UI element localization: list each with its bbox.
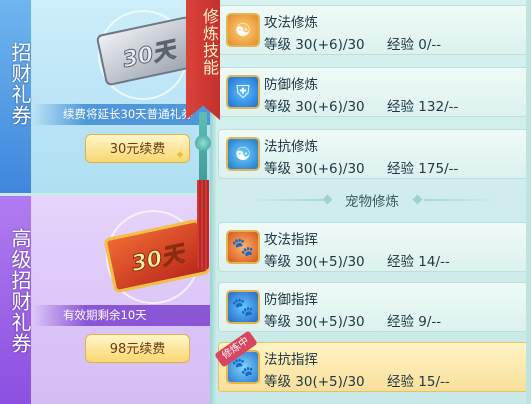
skill-exp: 经验 175/--	[387, 161, 459, 177]
attack-magic-icon: ☯	[226, 13, 260, 47]
card-title: 高级招财礼券	[8, 228, 32, 354]
skill-name: 攻法指挥	[264, 232, 318, 248]
pet-skill-row-attack[interactable]: 🐾 攻法指挥 等级 30(+5)/30 经验 14/--	[218, 222, 531, 272]
skill-name: 防御指挥	[264, 292, 318, 308]
coupon-card-premium: 高级招财礼券 30天 有效期剩余10天 98元续费	[0, 196, 215, 404]
magic-resist-icon: ☯	[226, 137, 260, 171]
tassel-knot	[195, 135, 211, 151]
skill-level: 等级 30(+6)/30	[264, 99, 365, 115]
pet-skill-row-resist[interactable]: 🐾 修炼中 法抗指挥 等级 30(+5)/30 经验 15/--	[214, 330, 531, 392]
ribbon-label: 修炼技能	[200, 8, 219, 76]
skill-exp: 经验 132/--	[387, 99, 459, 115]
divider-line	[248, 199, 323, 201]
pet-skill-row-defense[interactable]: 🐾 防御指挥 等级 30(+5)/30 经验 9/--	[218, 282, 531, 332]
gift-coupon-column: 招财礼券 30天 续费将延长30天普通礼券 30元续费 ✦ 高级招财礼券 30天…	[0, 0, 215, 404]
sparkle-icon: ✦	[175, 148, 186, 162]
pet-section-title: 宠物修炼	[345, 194, 399, 210]
pet-attack-icon: 🐾	[226, 230, 260, 264]
card-title: 招财礼券	[8, 42, 32, 126]
skill-exp: 经验 9/--	[387, 314, 442, 330]
coupon-card-basic: 招财礼券 30天 续费将延长30天普通礼券 30元续费 ✦	[0, 0, 215, 193]
skill-row-magic-resist[interactable]: ☯ 法抗修炼 等级 30(+6)/30 经验 175/--	[218, 129, 531, 179]
skill-exp: 经验 15/--	[387, 374, 450, 390]
pet-section-divider: 宠物修炼	[218, 188, 531, 212]
skill-name: 攻法修炼	[264, 15, 318, 31]
card-title-band: 高级招财礼券	[0, 196, 32, 404]
divider-line	[424, 199, 499, 201]
skill-name: 法抗指挥	[264, 352, 318, 368]
skill-level: 等级 30(+5)/30	[264, 254, 365, 270]
scrollbar[interactable]	[526, 0, 531, 404]
pet-defense-icon: 🐾	[226, 290, 260, 324]
divider-diamond	[322, 194, 333, 205]
skill-exp: 经验 14/--	[387, 254, 450, 270]
coupon-note: 有效期剩余10天	[33, 305, 215, 326]
skill-level: 等级 30(+5)/30	[264, 374, 365, 390]
skill-exp: 经验 0/--	[387, 37, 442, 53]
ticket-text: 30天	[129, 241, 187, 278]
defense-icon: ⛨	[226, 75, 260, 109]
skill-level: 等级 30(+6)/30	[264, 161, 365, 177]
skill-name: 法抗修炼	[264, 139, 318, 155]
card-title-band: 招财礼券	[0, 0, 32, 193]
renew-98-button[interactable]: 98元续费	[85, 334, 190, 363]
skill-level: 等级 30(+6)/30	[264, 37, 365, 53]
skill-level: 等级 30(+5)/30	[264, 314, 365, 330]
skill-name: 防御修炼	[264, 77, 318, 93]
skill-row-defense[interactable]: ⛨ 防御修炼 等级 30(+6)/30 经验 132/--	[218, 67, 531, 117]
cultivation-skill-tab[interactable]: 修炼技能	[186, 0, 220, 120]
tassel-fringe	[197, 180, 209, 270]
skill-row-attack-magic[interactable]: ☯ 攻法修炼 等级 30(+6)/30 经验 0/--	[218, 5, 531, 55]
divider-diamond	[412, 194, 423, 205]
